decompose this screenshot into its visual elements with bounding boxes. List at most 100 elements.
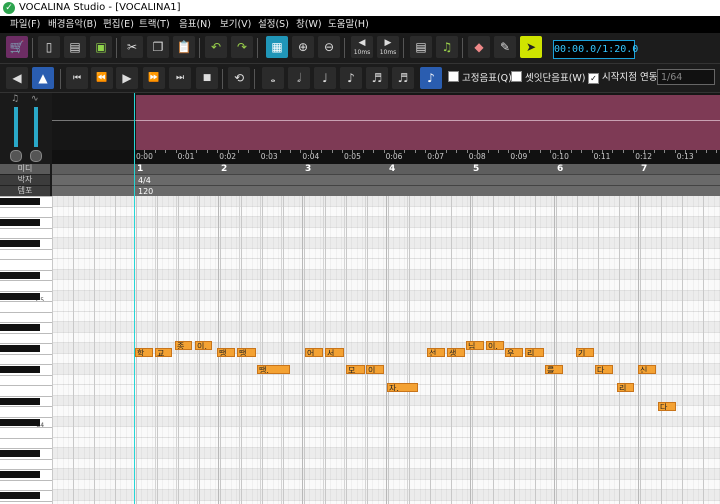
note-block[interactable]: 이.	[486, 341, 504, 350]
black-key[interactable]	[0, 471, 40, 478]
eighth-note-button[interactable]: ♪	[340, 67, 362, 89]
paste-button[interactable]: 📋	[173, 36, 195, 58]
volume-knob[interactable]	[10, 150, 22, 162]
note-block[interactable]: 리	[617, 383, 634, 392]
fixed-note-toggle[interactable]: 고정음표(Q)	[448, 71, 512, 85]
note-block[interactable]: 리	[525, 348, 544, 357]
menu-bgm[interactable]: 배경음악(B)	[48, 16, 97, 33]
black-key[interactable]	[0, 324, 40, 331]
open-button[interactable]: ▤	[64, 36, 86, 58]
shift-right-button[interactable]: ▶ 10ms	[377, 36, 399, 58]
menu-settings[interactable]: 설정(S)	[258, 16, 289, 33]
dotted-note-checkbox[interactable]	[511, 71, 522, 82]
black-key[interactable]	[0, 366, 40, 373]
note-block[interactable]: 종	[175, 341, 192, 350]
start-point-checkbox[interactable]: ✓	[588, 73, 599, 84]
to-end-button[interactable]: ⏭	[169, 67, 191, 89]
save-button[interactable]: ▣	[90, 36, 112, 58]
note-block[interactable]: 이,	[195, 341, 212, 350]
note-block[interactable]: 다	[658, 402, 676, 411]
piano-roll-grid[interactable]: 학 교 종 이, 땡 땡 땡. 어 서 모 이 자. 선 생 님 이. 우 리 를 기 다 리 신 다	[52, 196, 720, 504]
sheet-button[interactable]: ▤	[410, 36, 432, 58]
note-block[interactable]: 생	[447, 348, 465, 357]
note-block[interactable]: 땡	[217, 348, 235, 357]
menu-window[interactable]: 창(W)	[296, 16, 322, 33]
dotted-note-toggle[interactable]: 셋잇단음표(W)	[511, 71, 586, 85]
black-key[interactable]	[0, 292, 40, 300]
beat-row[interactable]	[52, 175, 720, 186]
note-block[interactable]: 님	[466, 341, 484, 350]
pan-knob[interactable]	[30, 150, 42, 162]
half-note-button[interactable]: 𝅗𝅥	[288, 67, 310, 89]
note-block[interactable]: 자.	[387, 383, 418, 392]
eraser-button[interactable]: ◆	[468, 36, 490, 58]
time-ruler[interactable]: 0:00 0:01 0:02 0:03 0:04 0:05 0:06 0:07 0:08 0:09…	[52, 150, 720, 164]
thirtysecond-note-button[interactable]: ♬	[392, 67, 414, 89]
new-button[interactable]: ▯	[38, 36, 60, 58]
menu-view[interactable]: 보기(V)	[220, 16, 251, 33]
note-block[interactable]: 교	[155, 348, 172, 357]
tempo-value[interactable]: 120	[138, 187, 153, 196]
note-block[interactable]: 선	[427, 348, 445, 357]
note-block[interactable]: 를	[545, 365, 563, 374]
black-key[interactable]	[0, 397, 40, 405]
track-button[interactable]: ▲	[32, 67, 54, 89]
sixteenth-note-button[interactable]: ♬	[366, 67, 388, 89]
note-length-input[interactable]: 1/64	[657, 69, 715, 85]
note-block[interactable]: 어	[305, 348, 323, 357]
zoom-in-button[interactable]: ⊕	[292, 36, 314, 58]
note-block[interactable]: 땡.	[257, 365, 290, 374]
note-block[interactable]: 서	[325, 348, 344, 357]
bgm-audio-clip[interactable]	[136, 95, 720, 150]
bar-number-row[interactable]	[52, 164, 720, 175]
playhead[interactable]	[134, 93, 135, 504]
black-key[interactable]	[0, 240, 40, 247]
note-block[interactable]: 다	[595, 365, 613, 374]
music-note-button[interactable]: ♫	[436, 36, 458, 58]
note-block[interactable]: 땡	[237, 348, 256, 357]
quarter-note-button[interactable]: ♩	[314, 67, 336, 89]
zoom-out-button[interactable]: ⊖	[318, 36, 340, 58]
pen-button[interactable]: ✎	[494, 36, 516, 58]
note-block[interactable]: 이	[366, 365, 384, 374]
prev-track-button[interactable]: ◀	[6, 67, 28, 89]
cut-button[interactable]: ✂	[121, 36, 143, 58]
shop-button[interactable]: 🛒	[6, 36, 28, 58]
pointer-button[interactable]: ➤	[520, 36, 542, 58]
undo-button[interactable]: ↶	[205, 36, 227, 58]
to-start-button[interactable]: ⏮	[66, 67, 88, 89]
black-key[interactable]	[0, 492, 40, 499]
piano-keyboard[interactable]: C5 C4	[0, 196, 52, 504]
note-block[interactable]: 모	[346, 365, 365, 374]
rewind-button[interactable]: ⏪	[91, 67, 113, 89]
loop-button[interactable]: ⟲	[228, 67, 250, 89]
black-key[interactable]	[0, 219, 40, 226]
note-block[interactable]: 학	[135, 348, 153, 357]
play-button[interactable]: ▶	[116, 67, 138, 89]
sixtyfourth-note-button[interactable]: ♪	[420, 67, 442, 89]
menu-track[interactable]: 트랙(T)	[139, 16, 170, 33]
grid-button[interactable]: ▦	[266, 36, 288, 58]
menu-note[interactable]: 음표(N)	[179, 16, 211, 33]
note-block[interactable]: 기	[576, 348, 594, 357]
note-block[interactable]: 우	[505, 348, 523, 357]
note-block[interactable]: 신	[638, 365, 656, 374]
copy-button[interactable]: ❐	[147, 36, 169, 58]
fixed-note-checkbox[interactable]	[448, 71, 459, 82]
volume-fader[interactable]	[14, 107, 18, 147]
pan-fader[interactable]	[34, 107, 38, 147]
start-point-toggle[interactable]: ✓ 시작지점 연동	[588, 71, 657, 85]
beat-signature[interactable]: 4/4	[138, 176, 151, 185]
stop-button[interactable]: ■	[196, 67, 218, 89]
menu-help[interactable]: 도움말(H)	[328, 16, 369, 33]
shift-left-button[interactable]: ◀ 10ms	[351, 36, 373, 58]
fast-forward-button[interactable]: ⏩	[143, 67, 165, 89]
menu-edit[interactable]: 편집(E)	[103, 16, 134, 33]
redo-button[interactable]: ↷	[231, 36, 253, 58]
black-key[interactable]	[0, 271, 40, 279]
whole-note-button[interactable]: 𝅝	[262, 67, 284, 89]
black-key[interactable]	[0, 418, 40, 426]
black-key[interactable]	[0, 450, 40, 457]
black-key[interactable]	[0, 345, 40, 352]
black-key[interactable]	[0, 198, 40, 205]
